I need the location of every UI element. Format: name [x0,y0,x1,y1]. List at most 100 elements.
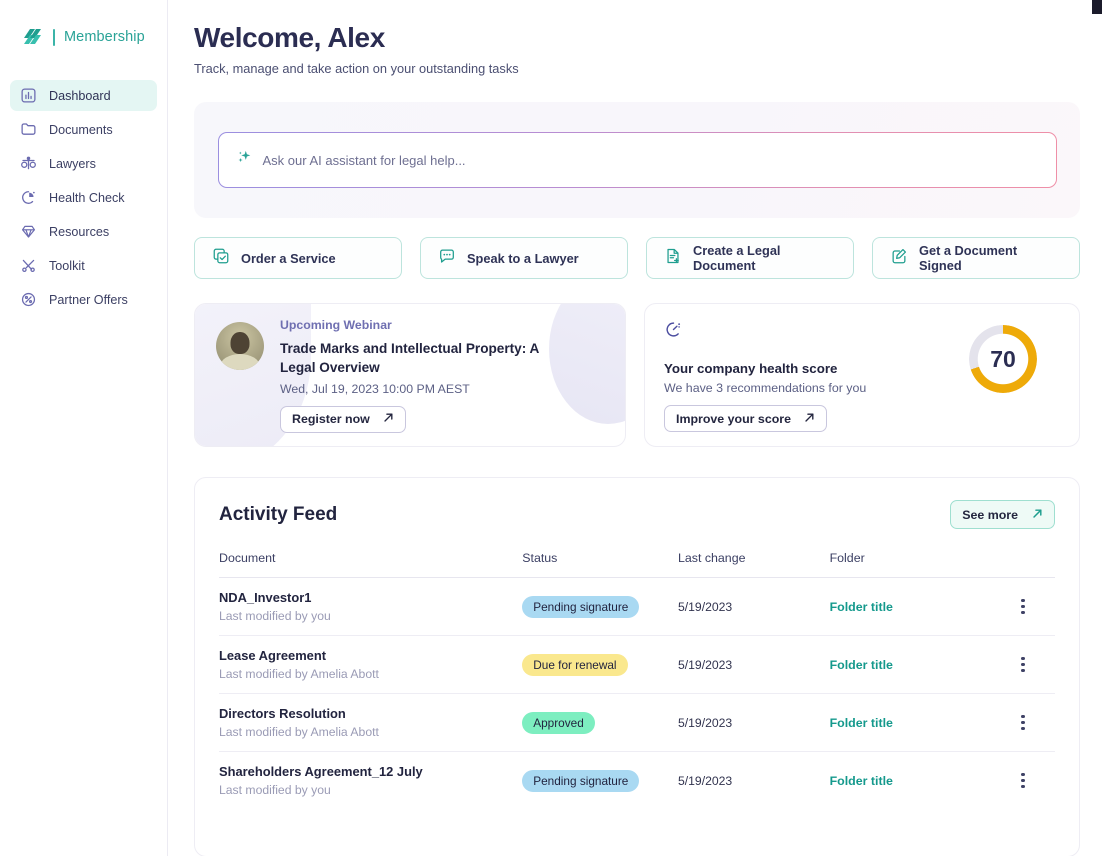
quick-actions: Order a Service Speak to a Lawyer [194,237,1080,279]
sidebar-item-label: Partner Offers [49,293,128,307]
row-menu-icon[interactable] [1014,599,1032,615]
action-label: Get a Document Signed [919,243,1062,273]
document-plus-icon [664,247,682,270]
table-row[interactable]: Shareholders Agreement_12 July Last modi… [219,752,1055,810]
create-a-legal-document-button[interactable]: Create a Legal Document [646,237,854,279]
activity-feed-card: Activity Feed See more Document Sta [194,477,1080,856]
activity-feed-table: Document Status Last change Folder NDA_I… [219,551,1055,809]
sidebar-item-label: Resources [49,225,109,239]
column-header-last-change: Last change [678,551,830,578]
see-more-button[interactable]: See more [950,500,1055,529]
cell-document: Lease Agreement Last modified by Amelia … [219,636,522,694]
document-meta: Last modified by Amelia Abott [219,667,522,681]
last-change-date: 5/19/2023 [678,658,732,672]
copy-check-icon [212,247,230,270]
brand[interactable]: Membership [0,22,167,52]
folder-link[interactable]: Folder title [830,658,893,672]
last-change-date: 5/19/2023 [678,600,732,614]
sparkle-icon [236,149,253,171]
sidebar-item-lawyers[interactable]: Lawyers [10,148,157,179]
webinar-kicker: Upcoming Webinar [280,318,570,332]
company-health-score-card: Your company health score We have 3 reco… [644,303,1080,447]
action-label: Speak to a Lawyer [467,251,579,266]
speedometer-icon [664,326,683,343]
register-now-button[interactable]: Register now [280,406,406,433]
cell-actions [1014,694,1055,752]
folder-link[interactable]: Folder title [830,774,893,788]
document-meta: Last modified by you [219,783,522,797]
arrow-up-right-icon [383,410,394,428]
corner-marker [1092,0,1102,14]
column-header-actions [1014,551,1055,578]
ai-assistant-panel: Ask our AI assistant for legal help... [194,102,1080,218]
percent-circle-icon [20,291,37,308]
document-name: NDA_Investor1 [219,590,522,605]
action-label: Order a Service [241,251,336,266]
cell-folder: Folder title [830,636,1014,694]
cell-actions [1014,752,1055,810]
sidebar-item-health-check[interactable]: Health Check [10,182,157,213]
app-root: Membership Dashboard [0,0,1102,856]
status-badge: Due for renewal [522,654,627,676]
column-header-folder: Folder [830,551,1014,578]
info-cards: Upcoming Webinar Trade Marks and Intelle… [194,303,1080,447]
cell-last-change: 5/19/2023 [678,694,830,752]
column-header-status: Status [522,551,678,578]
sidebar-item-documents[interactable]: Documents [10,114,157,145]
row-menu-icon[interactable] [1014,657,1032,673]
sidebar-item-toolkit[interactable]: Toolkit [10,250,157,281]
cell-folder: Folder title [830,752,1014,810]
cell-status: Due for renewal [522,636,678,694]
cell-last-change: 5/19/2023 [678,752,830,810]
document-name: Shareholders Agreement_12 July [219,764,522,779]
cell-actions [1014,578,1055,636]
table-row[interactable]: Lease Agreement Last modified by Amelia … [219,636,1055,694]
register-now-label: Register now [292,412,370,426]
document-meta: Last modified by Amelia Abott [219,725,522,739]
cell-document: NDA_Investor1 Last modified by you [219,578,522,636]
pie-chart-icon [20,189,37,206]
cell-status: Approved [522,694,678,752]
folder-link[interactable]: Folder title [830,716,893,730]
brand-divider [53,29,55,46]
activity-feed-title: Activity Feed [219,504,337,526]
order-a-service-button[interactable]: Order a Service [194,237,402,279]
sidebar: Membership Dashboard [0,0,168,856]
main-content: Welcome, Alex Track, manage and take act… [168,0,1102,856]
cell-last-change: 5/19/2023 [678,636,830,694]
document-name: Lease Agreement [219,648,522,663]
folder-link[interactable]: Folder title [830,600,893,614]
sidebar-item-label: Documents [49,123,113,137]
table-row[interactable]: Directors Resolution Last modified by Am… [219,694,1055,752]
speak-to-a-lawyer-button[interactable]: Speak to a Lawyer [420,237,628,279]
get-a-document-signed-button[interactable]: Get a Document Signed [872,237,1080,279]
sidebar-item-label: Health Check [49,191,125,205]
cell-folder: Folder title [830,694,1014,752]
status-badge: Pending signature [522,596,639,618]
cell-folder: Folder title [830,578,1014,636]
row-menu-icon[interactable] [1014,773,1032,789]
scales-icon [20,155,37,172]
sidebar-item-label: Dashboard [49,89,111,103]
sidebar-item-resources[interactable]: Resources [10,216,157,247]
column-header-document: Document [219,551,522,578]
tools-icon [20,257,37,274]
ai-assistant-input[interactable]: Ask our AI assistant for legal help... [218,132,1057,188]
row-menu-icon[interactable] [1014,715,1032,731]
cell-status: Pending signature [522,578,678,636]
cell-document: Shareholders Agreement_12 July Last modi… [219,752,522,810]
sidebar-item-label: Lawyers [49,157,96,171]
sidebar-item-dashboard[interactable]: Dashboard [10,80,157,111]
document-name: Directors Resolution [219,706,522,721]
improve-your-score-button[interactable]: Improve your score [664,405,827,432]
sidebar-item-partner-offers[interactable]: Partner Offers [10,284,157,315]
document-meta: Last modified by you [219,609,522,623]
health-score-subtitle: We have 3 recommendations for you [664,381,866,395]
cell-actions [1014,636,1055,694]
arrow-up-right-icon [804,410,815,428]
table-row[interactable]: NDA_Investor1 Last modified by you Pendi… [219,578,1055,636]
folder-icon [20,121,37,138]
cell-document: Directors Resolution Last modified by Am… [219,694,522,752]
health-score-title: Your company health score [664,361,866,376]
page-subtitle: Track, manage and take action on your ou… [194,61,1080,76]
